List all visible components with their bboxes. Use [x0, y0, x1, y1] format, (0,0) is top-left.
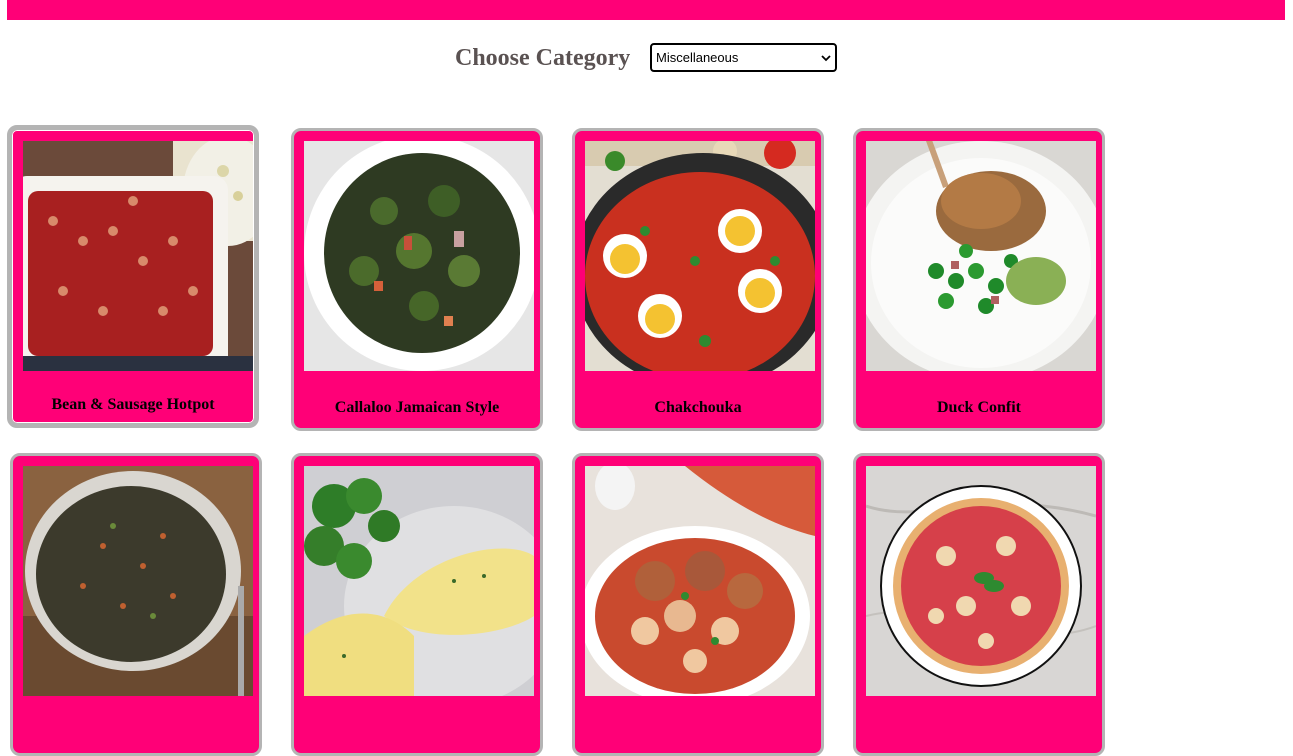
recipe-name: Callaloo Jamaican Style [334, 399, 500, 416]
chevron-down-icon [821, 55, 831, 62]
pizza-photo [866, 466, 1096, 696]
recipe-name: Chakchouka [654, 399, 742, 416]
recipe-card[interactable] [291, 453, 543, 756]
recipe-card[interactable]: Chakchouka [572, 128, 824, 431]
recipe-card[interactable]: Bean & Sausage Hotpot [7, 125, 259, 428]
bean-sausage-hotpot-photo [23, 141, 253, 371]
duck-confit-photo [866, 141, 1096, 371]
category-select[interactable]: Miscellaneous [650, 43, 837, 72]
recipe-card[interactable] [10, 453, 262, 756]
lentil-bowl-photo [23, 466, 253, 696]
meatball-pasta-photo [585, 466, 815, 696]
recipe-name: Duck Confit [936, 399, 1021, 416]
recipe-name: Bean & Sausage Hotpot [51, 396, 215, 413]
recipe-card[interactable] [572, 453, 824, 756]
callaloo-photo [304, 141, 534, 371]
recipe-card[interactable]: Callaloo Jamaican Style [291, 128, 543, 431]
omelette-photo [304, 466, 534, 696]
recipe-card[interactable]: Duck Confit [853, 128, 1105, 431]
category-chooser: Choose Category Miscellaneous [0, 40, 1293, 76]
category-select-value: Miscellaneous [656, 50, 739, 65]
category-label: Choose Category [455, 45, 631, 71]
top-banner [7, 0, 1285, 20]
recipe-card[interactable] [853, 453, 1105, 756]
chakchouka-photo [585, 141, 815, 371]
